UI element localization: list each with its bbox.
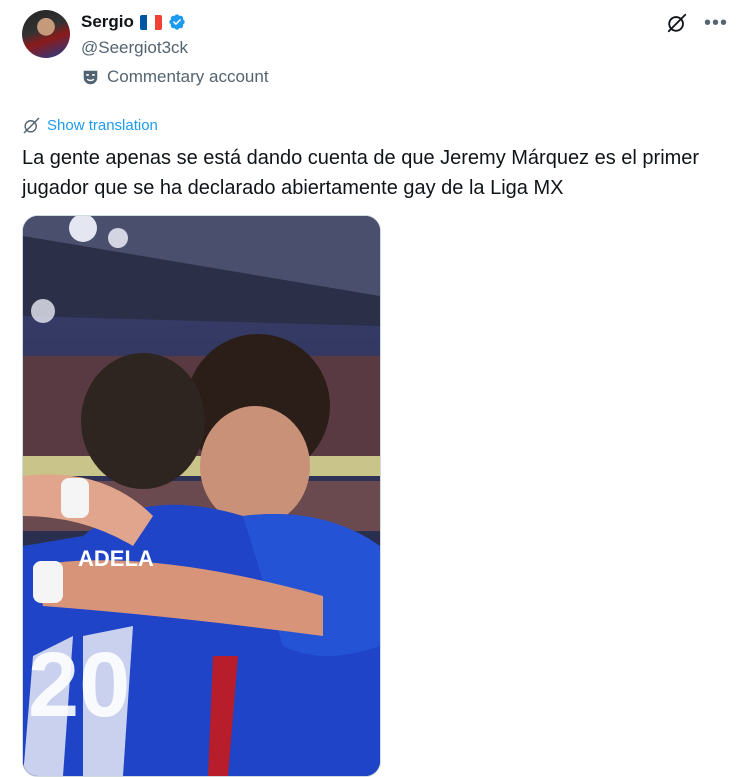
theater-mask-icon xyxy=(83,70,98,84)
media-still-image: ADELA 20 xyxy=(23,216,380,776)
jersey-name: ADELA xyxy=(78,546,154,571)
commentary-label: Commentary account xyxy=(82,67,269,87)
author-name-row: Sergio xyxy=(81,12,186,32)
commentary-text: Commentary account xyxy=(107,67,269,86)
avatar[interactable] xyxy=(22,10,70,58)
jersey-number: 20 xyxy=(28,634,130,736)
verified-badge-icon xyxy=(169,14,185,30)
top-actions: ••• xyxy=(666,12,728,34)
grok-icon[interactable] xyxy=(666,12,688,34)
author-handle[interactable]: @Seergiot3ck xyxy=(81,38,188,58)
france-flag-icon xyxy=(139,14,162,30)
author-display-name[interactable]: Sergio xyxy=(81,12,134,32)
show-translation-link[interactable]: Show translation xyxy=(22,116,158,135)
tweet-card: Sergio @Seergiot3ck Commentary account •… xyxy=(0,0,746,777)
show-translation-label[interactable]: Show translation xyxy=(47,117,158,134)
tweet-text: La gente apenas se está dando cuenta de … xyxy=(22,147,700,199)
more-icon[interactable]: ••• xyxy=(704,13,728,33)
tweet-media-video[interactable]: ADELA 20 xyxy=(22,215,381,777)
translate-icon xyxy=(23,117,40,134)
